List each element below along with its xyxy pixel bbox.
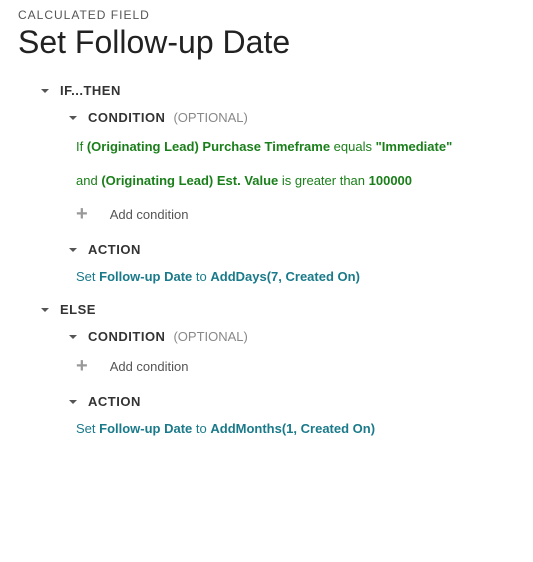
else-label: ELSE: [60, 302, 96, 317]
condition-row-2[interactable]: and (Originating Lead) Est. Value is gre…: [76, 171, 515, 191]
chevron-down-icon: [68, 332, 78, 342]
add-condition-button[interactable]: + Add condition: [76, 204, 515, 224]
condition-label: CONDITION: [88, 110, 165, 125]
ifthen-header[interactable]: IF...THEN: [40, 83, 515, 98]
plus-icon: +: [76, 356, 88, 376]
action-label: ACTION: [88, 242, 141, 257]
chevron-down-icon: [68, 397, 78, 407]
else-add-condition-label: Add condition: [110, 359, 189, 374]
else-action-header[interactable]: ACTION: [68, 394, 515, 409]
ifthen-action-row[interactable]: Set Follow-up Date to AddDays(7, Created…: [76, 269, 515, 284]
else-action-label: ACTION: [88, 394, 141, 409]
condition-row-1[interactable]: If (Originating Lead) Purchase Timeframe…: [76, 137, 515, 157]
plus-icon: +: [76, 204, 88, 224]
else-condition-label: CONDITION: [88, 329, 165, 344]
chevron-down-icon: [68, 113, 78, 123]
chevron-down-icon: [40, 86, 50, 96]
else-condition-optional: (OPTIONAL): [173, 329, 247, 344]
else-add-condition-button[interactable]: + Add condition: [76, 356, 515, 376]
else-condition-header[interactable]: CONDITION (OPTIONAL): [68, 329, 515, 344]
chevron-down-icon: [68, 245, 78, 255]
condition-optional: (OPTIONAL): [173, 110, 247, 125]
ifthen-action-header[interactable]: ACTION: [68, 242, 515, 257]
else-header[interactable]: ELSE: [40, 302, 515, 317]
else-action-row[interactable]: Set Follow-up Date to AddMonths(1, Creat…: [76, 421, 515, 436]
ifthen-label: IF...THEN: [60, 83, 121, 98]
page-header-label: CALCULATED FIELD: [18, 8, 515, 22]
chevron-down-icon: [40, 305, 50, 315]
ifthen-condition-header[interactable]: CONDITION (OPTIONAL): [68, 110, 515, 125]
add-condition-label: Add condition: [110, 207, 189, 222]
page-title: Set Follow-up Date: [18, 24, 515, 61]
